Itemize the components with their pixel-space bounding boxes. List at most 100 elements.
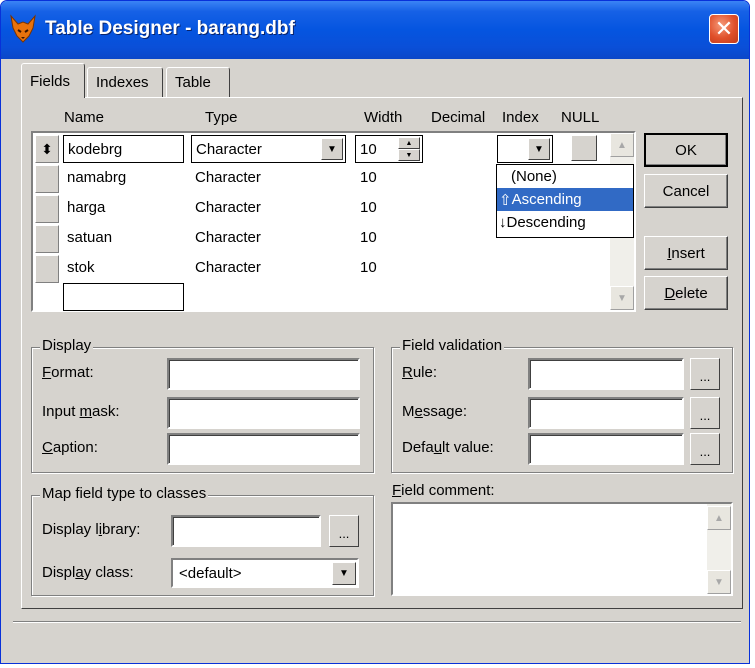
field-width-cell[interactable]: 10	[360, 169, 377, 186]
column-header-null[interactable]: NULL	[561, 109, 599, 126]
default-value-input[interactable]	[528, 433, 684, 465]
scroll-down-icon: ▼	[617, 292, 627, 304]
index-option-ascending[interactable]: ⇧ Ascending	[497, 188, 633, 211]
field-type-cell[interactable]: Character	[195, 199, 261, 216]
field-comment-textarea[interactable]: ▲ ▼	[391, 502, 733, 596]
new-field-name-input[interactable]	[63, 283, 184, 311]
field-type-cell[interactable]: Character	[195, 229, 261, 246]
row-selector-current[interactable]: ⬍	[35, 135, 59, 163]
delete-button[interactable]: Delete	[644, 276, 728, 310]
tab-fields-label: Fields	[30, 72, 71, 90]
insert-button[interactable]: Insert	[644, 236, 728, 270]
field-name-cell[interactable]: stok	[67, 259, 95, 276]
tab-table[interactable]: Table	[166, 67, 230, 97]
caption-label: Caption:	[42, 439, 98, 456]
index-option-none[interactable]: (None)	[497, 165, 633, 188]
row-selector[interactable]	[35, 165, 59, 193]
column-header-decimal[interactable]: Decimal	[431, 109, 485, 126]
width-spin-down[interactable]: ▼	[398, 149, 420, 161]
tab-fields[interactable]: Fields	[21, 63, 85, 98]
message-input[interactable]	[528, 397, 684, 429]
field-type-value: Character	[196, 140, 262, 158]
default-value-builder-button[interactable]: ...	[690, 433, 720, 465]
display-class-select[interactable]: <default> ▼	[171, 558, 359, 588]
cancel-button[interactable]: Cancel	[644, 174, 728, 208]
map-classes-title: Map field type to classes	[40, 485, 209, 502]
field-index-combo[interactable]: ▼	[497, 135, 553, 163]
tab-table-label: Table	[175, 74, 211, 91]
arrow-up-icon: ⇧	[499, 191, 512, 209]
type-dropdown-button[interactable]: ▼	[321, 138, 343, 160]
format-label: Format:	[42, 364, 94, 381]
rule-input[interactable]	[528, 358, 684, 390]
field-comment-label: Field comment:	[392, 482, 495, 499]
foxpro-fox-icon	[10, 14, 36, 43]
field-width-value: 10	[360, 140, 377, 158]
caption-input[interactable]	[167, 433, 360, 465]
display-class-value: <default>	[179, 564, 242, 582]
field-width-cell[interactable]: 10	[360, 199, 377, 216]
index-dropdown-button[interactable]: ▼	[528, 138, 550, 160]
column-header-index[interactable]: Index	[502, 109, 539, 126]
field-name-input[interactable]: kodebrg	[63, 135, 184, 163]
rule-builder-button[interactable]: ...	[690, 358, 720, 390]
field-name-cell[interactable]: harga	[67, 199, 105, 216]
title-bar[interactable]: Table Designer - barang.dbf ✕	[1, 1, 749, 59]
window-title: Table Designer - barang.dbf	[45, 18, 295, 39]
chevron-down-icon: ▼	[534, 143, 544, 155]
row-selector[interactable]	[35, 225, 59, 253]
index-option-ascending-label: Ascending	[511, 191, 582, 208]
column-header-name[interactable]: Name	[64, 109, 104, 126]
comment-scrollbar[interactable]: ▲ ▼	[707, 504, 731, 594]
index-option-descending-label: Descending	[506, 214, 586, 231]
width-spin-up[interactable]: ▲	[398, 137, 420, 149]
column-header-width[interactable]: Width	[364, 109, 402, 126]
display-library-browse-button[interactable]: ...	[329, 515, 359, 547]
delete-label: elete	[675, 284, 708, 302]
input-mask-label: Input mask:	[42, 403, 120, 420]
field-name-cell[interactable]: namabrg	[67, 169, 126, 186]
scroll-up-icon: ▲	[714, 512, 724, 524]
display-library-input[interactable]	[171, 515, 321, 547]
field-name-cell[interactable]: satuan	[67, 229, 112, 246]
index-option-descending[interactable]: ↓ Descending	[497, 211, 633, 234]
spin-down-icon: ▼	[405, 151, 413, 159]
index-dropdown-list: (None) ⇧ Ascending ↓ Descending	[496, 164, 634, 238]
input-mask-input[interactable]	[167, 397, 360, 429]
field-type-combo[interactable]: Character ▼	[191, 135, 346, 163]
status-bar	[13, 621, 741, 655]
arrow-down-icon: ↓	[499, 214, 507, 231]
null-checkbox[interactable]	[571, 135, 597, 161]
field-type-cell[interactable]: Character	[195, 259, 261, 276]
chevron-down-icon: ▼	[339, 568, 349, 579]
table-designer-window: Table Designer - barang.dbf ✕ Fields Ind…	[0, 0, 750, 664]
tab-indexes[interactable]: Indexes	[87, 67, 163, 97]
field-width-cell[interactable]: 10	[360, 259, 377, 276]
insert-label: nsert	[671, 244, 705, 262]
field-width-spinner[interactable]: 10 ▲ ▼	[355, 135, 423, 163]
close-icon: ✕	[714, 16, 734, 41]
scroll-up-button[interactable]: ▲	[707, 506, 731, 530]
display-class-label: Display class:	[42, 564, 134, 581]
scroll-up-button[interactable]: ▲	[610, 133, 634, 157]
rule-label: Rule:	[402, 364, 438, 381]
display-library-label: Display library:	[42, 521, 141, 538]
scroll-down-button[interactable]: ▼	[610, 286, 634, 310]
column-header-type[interactable]: Type	[205, 109, 238, 126]
tab-indexes-label: Indexes	[96, 74, 149, 91]
close-button[interactable]: ✕	[709, 14, 739, 44]
field-width-cell[interactable]: 10	[360, 229, 377, 246]
field-validation-title: Field validation	[400, 337, 505, 354]
scroll-down-button[interactable]: ▼	[707, 570, 731, 594]
message-builder-button[interactable]: ...	[690, 397, 720, 429]
delete-mnemonic: D	[664, 284, 676, 302]
scroll-up-icon: ▲	[617, 139, 627, 151]
field-type-cell[interactable]: Character	[195, 169, 261, 186]
spin-up-icon: ▲	[405, 139, 413, 147]
row-selector[interactable]	[35, 195, 59, 223]
scroll-down-icon: ▼	[714, 576, 724, 588]
row-selector[interactable]	[35, 255, 59, 283]
format-input[interactable]	[167, 358, 360, 390]
ok-button[interactable]: OK	[644, 133, 728, 167]
display-class-dropdown-button[interactable]: ▼	[332, 562, 356, 585]
